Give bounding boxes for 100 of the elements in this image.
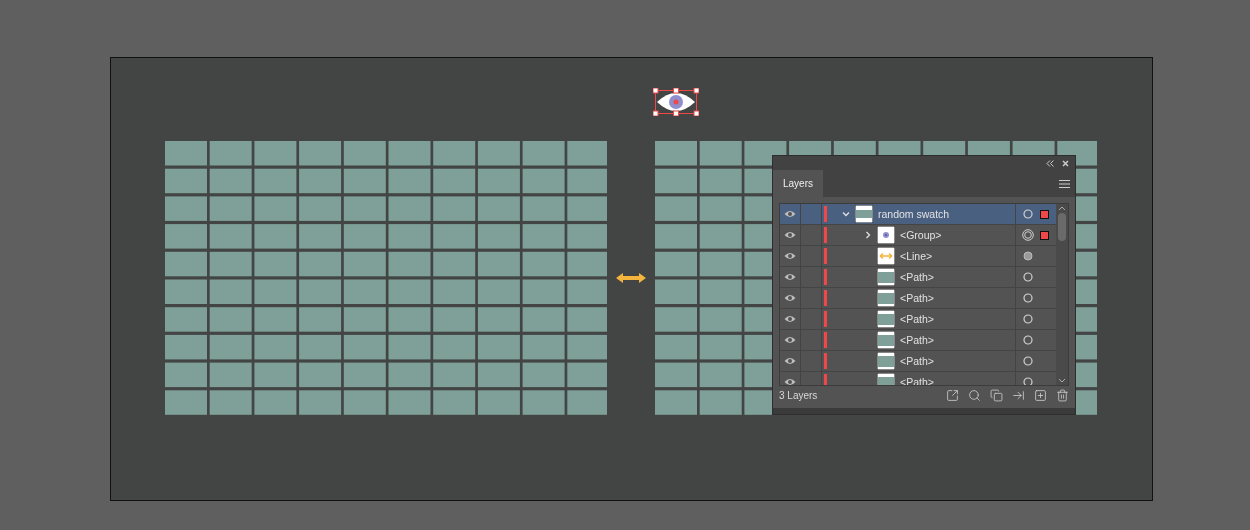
swatch-rectangle [388, 279, 431, 304]
eye-icon[interactable] [784, 231, 796, 239]
layer-row[interactable]: random swatch [780, 204, 1056, 225]
target-icon[interactable] [1022, 334, 1034, 346]
layer-row[interactable]: <Path> [780, 288, 1056, 309]
trash-icon[interactable] [1056, 388, 1069, 402]
swatch-rectangle [388, 390, 431, 415]
swatch-rectangle [388, 141, 431, 166]
target-icon[interactable] [1022, 355, 1034, 367]
swatch-rectangle [699, 362, 742, 388]
swatch-rectangle [299, 390, 342, 415]
chevron-right-icon[interactable] [864, 231, 872, 239]
swatch-rectangle [165, 196, 207, 221]
swatch-rectangle [388, 307, 431, 332]
swatch-rectangle [165, 141, 207, 166]
swatch-rectangle [299, 334, 342, 360]
swatch-rectangle [699, 224, 742, 249]
swatch-rectangle [209, 141, 252, 166]
swatch-rectangle [209, 224, 252, 249]
layer-row[interactable]: <Group> [780, 225, 1056, 246]
search-icon[interactable] [968, 388, 981, 402]
overlapping-squares-icon[interactable] [990, 388, 1003, 402]
eye-icon[interactable] [784, 378, 796, 385]
selection-square[interactable] [1040, 230, 1049, 240]
eye-icon[interactable] [784, 210, 796, 218]
eye-icon[interactable] [784, 357, 796, 365]
collapse-icon[interactable] [1046, 159, 1054, 167]
scroll-down-icon[interactable] [1058, 378, 1066, 383]
swatch-rectangle [655, 224, 697, 249]
swatch-rectangle [477, 196, 520, 221]
layer-thumbnail [877, 289, 895, 307]
target-icon[interactable] [1022, 376, 1034, 385]
layer-name: <Path> [900, 334, 935, 346]
target-icon[interactable] [1022, 292, 1034, 304]
eye-icon[interactable] [784, 315, 796, 323]
swatch-rectangle [433, 168, 476, 194]
eye-icon[interactable] [784, 336, 796, 344]
double-arrow-drawing [615, 272, 647, 284]
close-icon[interactable] [1062, 159, 1069, 167]
swatch-rectangle [299, 279, 342, 304]
scrollbar[interactable] [1056, 204, 1068, 385]
swatch-rectangle [165, 307, 207, 332]
layer-thumbnail [877, 331, 895, 349]
swatch-rectangle [522, 251, 565, 277]
swatch-rectangle [299, 307, 342, 332]
layer-name: <Line> [900, 250, 934, 262]
layer-thumbnail [877, 247, 895, 265]
layer-thumbnail [877, 310, 895, 328]
layer-name: <Path> [900, 292, 935, 304]
target-icon[interactable] [1022, 250, 1034, 262]
scroll-thumb[interactable] [1058, 213, 1066, 241]
swatch-rectangle [165, 168, 207, 194]
swatch-rectangle [522, 168, 565, 194]
eye-icon[interactable] [784, 294, 796, 302]
swatch-rectangle [343, 362, 386, 388]
layer-name: random swatch [878, 208, 951, 220]
swatch-rectangle [343, 168, 386, 194]
panel-tab[interactable]: Layers [773, 170, 823, 197]
layer-row[interactable]: <Path> [780, 267, 1056, 288]
swatch-rectangle [299, 362, 342, 388]
scroll-up-icon[interactable] [1058, 206, 1066, 211]
target-icon[interactable] [1022, 208, 1034, 220]
swatch-rectangle [254, 251, 297, 277]
swatch-rectangle [522, 390, 565, 415]
swatch-rectangle [343, 251, 386, 277]
resize-grip[interactable] [773, 408, 1075, 414]
swatch-rectangle [522, 307, 565, 332]
swatch-rectangle [655, 251, 697, 277]
menu-icon[interactable] [1059, 179, 1070, 188]
move-arrow-icon[interactable] [1012, 388, 1025, 402]
swatch-rectangle [655, 362, 697, 388]
swatch-rectangle [165, 334, 207, 360]
layer-thumbnail [877, 268, 895, 286]
export-icon[interactable] [946, 388, 959, 402]
swatch-rectangle [433, 390, 476, 415]
new-layer-icon[interactable] [1034, 388, 1047, 402]
swatch-rectangle [254, 168, 297, 194]
layer-row[interactable]: <Path> [780, 351, 1056, 372]
target-icon[interactable] [1022, 229, 1034, 241]
swatch-rectangle [522, 141, 565, 166]
target-icon[interactable] [1022, 313, 1034, 325]
swatch-rectangle [699, 251, 742, 277]
layer-row[interactable]: <Path> [780, 330, 1056, 351]
chevron-down-icon[interactable] [842, 210, 850, 218]
eye-drawing [653, 88, 699, 116]
target-icon[interactable] [1022, 271, 1034, 283]
selection-square[interactable] [1040, 209, 1049, 219]
swatch-rectangle [522, 224, 565, 249]
swatch-rectangle [299, 251, 342, 277]
layer-row[interactable]: <Path> [780, 309, 1056, 330]
swatch-rectangle [343, 224, 386, 249]
swatch-rectangle [477, 362, 520, 388]
swatch-rectangle [165, 362, 207, 388]
swatch-rectangle [522, 334, 565, 360]
eye-icon[interactable] [784, 252, 796, 260]
layer-row[interactable]: <Line> [780, 246, 1056, 267]
swatch-rectangle [433, 141, 476, 166]
eye-icon[interactable] [784, 273, 796, 281]
swatch-rectangle [699, 334, 742, 360]
swatch-rectangle [433, 251, 476, 277]
